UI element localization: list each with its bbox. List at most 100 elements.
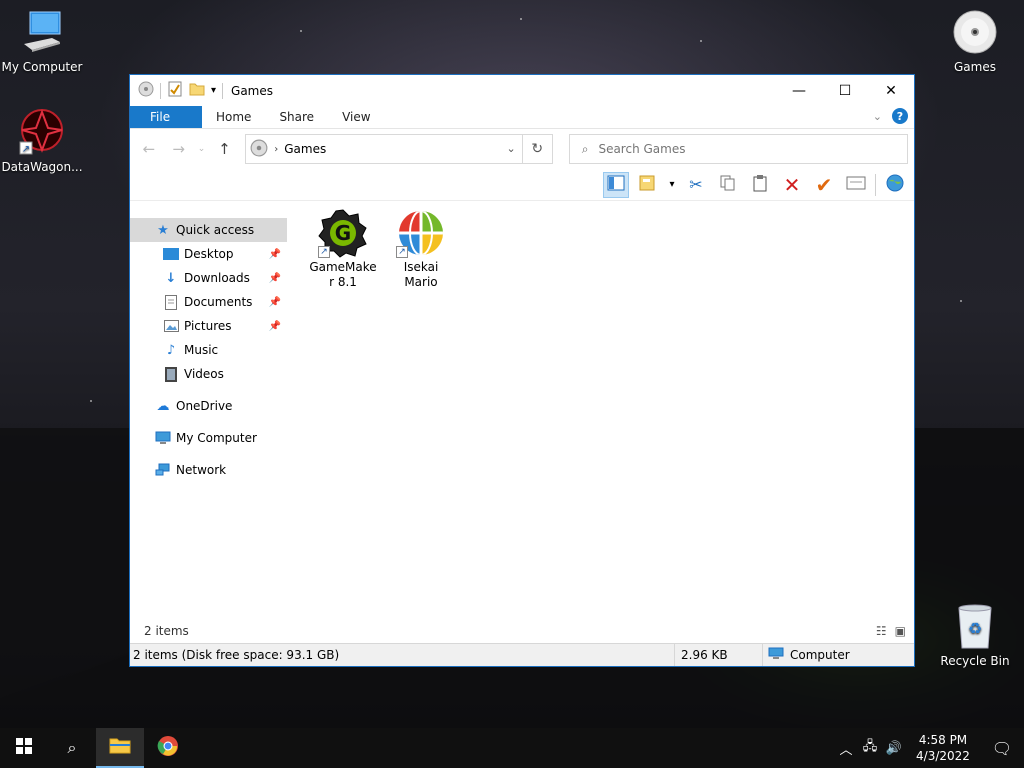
maximize-icon: ☐ xyxy=(838,82,852,99)
shortcut-arrow-icon: ↗ xyxy=(318,246,330,258)
delete-button[interactable]: ✕ xyxy=(779,172,805,198)
paste-button[interactable] xyxy=(747,172,773,198)
scissors-icon: ✂ xyxy=(689,175,703,194)
clipboard-icon xyxy=(751,174,769,196)
nav-item-pictures[interactable]: Pictures 📌 xyxy=(130,314,287,338)
nav-item-videos[interactable]: Videos xyxy=(130,362,287,386)
breadcrumb-chevron-icon[interactable]: › xyxy=(274,144,278,155)
delete-x-icon: ✕ xyxy=(783,172,801,197)
file-label: Mario xyxy=(404,275,438,289)
pin-icon[interactable]: 📌 xyxy=(269,297,281,308)
details-view-button[interactable]: ☷ xyxy=(876,624,887,638)
wallpaper-star xyxy=(520,18,522,20)
close-button[interactable]: ✕ xyxy=(868,75,914,106)
tab-home[interactable]: Home xyxy=(202,106,265,128)
qat-separator xyxy=(222,82,224,99)
recent-locations-button[interactable]: ⌄ xyxy=(196,136,208,162)
arrow-left-icon: ← xyxy=(142,140,156,158)
new-folder-icon[interactable] xyxy=(189,81,205,100)
qat-customize-dropdown-icon[interactable]: ▾ xyxy=(211,85,216,96)
nav-item-label: Desktop xyxy=(184,247,234,261)
new-item-button[interactable] xyxy=(635,172,661,198)
address-field[interactable]: › Games ⌄ ↻ xyxy=(245,134,553,164)
search-icon: ⌕ xyxy=(581,141,589,156)
title-bar[interactable]: ▾ Games — ☐ ✕ xyxy=(130,75,914,106)
clock[interactable]: 4:58 PM 4/3/2022 xyxy=(906,732,980,764)
large-icons-view-button[interactable]: ▣ xyxy=(895,624,906,638)
maximize-button[interactable]: ☐ xyxy=(822,75,868,106)
taskbar-chrome[interactable] xyxy=(144,728,192,768)
status-location-label: Computer xyxy=(790,648,850,662)
help-button[interactable]: ? xyxy=(892,108,908,124)
nav-item-my-computer[interactable]: My Computer xyxy=(130,426,287,450)
quick-access-toolbar: ▾ xyxy=(130,81,224,100)
desktop-icon-label: DataWagon... xyxy=(1,160,83,174)
cut-button[interactable]: ✂ xyxy=(683,172,709,198)
forward-button[interactable]: → xyxy=(166,136,192,162)
search-input[interactable] xyxy=(598,142,879,156)
datawagon-icon: ↗ xyxy=(18,108,66,156)
breadcrumb[interactable]: Games xyxy=(284,142,326,156)
recycle-bin-icon: ♻ xyxy=(951,602,999,650)
show-hidden-icons-button[interactable]: ︿ xyxy=(834,739,858,758)
back-button[interactable]: ← xyxy=(136,136,162,162)
nav-item-label: Quick access xyxy=(176,223,255,237)
desktop-icon-label: Recycle Bin xyxy=(940,654,1010,668)
taskbar-file-explorer[interactable] xyxy=(96,728,144,768)
computer-icon xyxy=(154,430,172,446)
wallpaper-star xyxy=(960,300,962,302)
nav-item-network[interactable]: Network xyxy=(130,458,287,482)
volume-button[interactable]: 🔊 xyxy=(882,741,906,756)
desktop-icon-recycle-bin[interactable]: ♻ Recycle Bin xyxy=(933,602,1017,668)
tab-share[interactable]: Share xyxy=(265,106,328,128)
chevron-down-icon: ▾ xyxy=(669,179,675,190)
address-dropdown-icon[interactable]: ⌄ xyxy=(507,142,516,155)
action-center-button[interactable]: 🗨 xyxy=(980,739,1024,758)
properties-button[interactable] xyxy=(843,172,869,198)
pin-icon[interactable]: 📌 xyxy=(269,249,281,260)
up-button[interactable]: ↑ xyxy=(211,136,237,162)
expand-ribbon-icon[interactable]: ⌄ xyxy=(873,110,882,123)
large-icons-view-icon: ▣ xyxy=(894,624,906,638)
nav-item-desktop[interactable]: Desktop 📌 xyxy=(130,242,287,266)
svg-text:G: G xyxy=(335,221,351,245)
rename-button[interactable]: ✔ xyxy=(811,172,837,198)
new-item-dropdown[interactable]: ▾ xyxy=(667,172,677,198)
clock-date: 4/3/2022 xyxy=(916,749,970,763)
refresh-button[interactable]: ↻ xyxy=(521,135,552,163)
status-bar: 2 items (Disk free space: 93.1 GB) 2.96 … xyxy=(130,643,914,666)
properties-icon[interactable] xyxy=(167,81,183,100)
picture-icon xyxy=(162,318,180,334)
tab-view[interactable]: View xyxy=(328,106,384,128)
copy-button[interactable] xyxy=(715,172,741,198)
internet-button[interactable] xyxy=(882,172,908,198)
shortcut-arrow-icon: ↗ xyxy=(396,246,408,258)
pin-icon[interactable]: 📌 xyxy=(269,321,281,332)
pin-icon[interactable]: 📌 xyxy=(269,273,281,284)
video-icon xyxy=(162,366,180,382)
file-item-isekai-mario[interactable]: ↗ Isekai Mario xyxy=(385,208,457,290)
nav-item-quick-access[interactable]: ★ Quick access xyxy=(130,218,287,242)
preview-pane-button[interactable] xyxy=(603,171,629,198)
search-button[interactable]: ⌕ xyxy=(48,728,96,768)
nav-item-music[interactable]: ♪ Music xyxy=(130,338,287,362)
network-tray-button[interactable]: 🖧 xyxy=(858,737,882,759)
navigation-pane: ★ Quick access Desktop 📌 ↓ Downloads 📌 D… xyxy=(130,202,287,622)
status-size: 2.96 KB xyxy=(675,644,763,666)
file-item-gamemaker[interactable]: G ↗ GameMake r 8.1 xyxy=(307,208,379,290)
desktop-icon-datawagon[interactable]: ↗ DataWagon... xyxy=(0,108,84,174)
svg-text:↗: ↗ xyxy=(22,144,30,155)
nav-item-documents[interactable]: Documents 📌 xyxy=(130,290,287,314)
desktop-icon-games[interactable]: Games xyxy=(933,8,1017,74)
desktop-icon-my-computer[interactable]: My Computer xyxy=(0,8,84,74)
speaker-icon: 🔊 xyxy=(885,740,903,756)
wallpaper-star xyxy=(700,40,702,42)
status-summary: 2 items (Disk free space: 93.1 GB) xyxy=(130,644,675,666)
tab-file[interactable]: File xyxy=(130,106,202,128)
nav-item-onedrive[interactable]: ☁ OneDrive xyxy=(130,394,287,418)
search-box[interactable]: ⌕ xyxy=(568,134,908,164)
start-button[interactable] xyxy=(0,728,48,768)
minimize-button[interactable]: — xyxy=(776,75,822,106)
nav-item-downloads[interactable]: ↓ Downloads 📌 xyxy=(130,266,287,290)
